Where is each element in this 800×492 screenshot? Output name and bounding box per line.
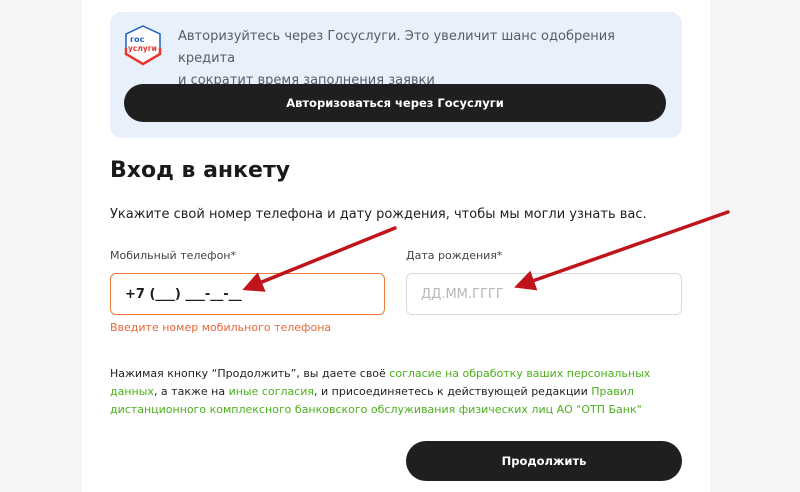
consent-text-part1: Нажимая кнопку “Продолжить”, вы даете св… xyxy=(110,367,390,380)
dob-input[interactable] xyxy=(406,273,682,315)
gosuslugi-logo: гос услуги xyxy=(124,25,162,66)
page-title: Вход в анкету xyxy=(110,158,291,183)
gosuslugi-logo-line2: услуги xyxy=(128,44,157,53)
continue-button[interactable]: Продолжить xyxy=(406,441,682,481)
consent-text-part3: , и присоединяетесь к действующей редакц… xyxy=(314,385,592,398)
application-card: гос услуги Авторизуйтесь через Госуслуги… xyxy=(82,0,710,492)
other-consents-link[interactable]: иные согласия xyxy=(229,385,314,398)
phone-input[interactable] xyxy=(110,273,385,315)
form-intro: Укажите свой номер телефона и дату рожде… xyxy=(110,207,647,222)
gosuslugi-logo-line1: гос xyxy=(130,35,145,44)
phone-error-message: Введите номер мобильного телефона xyxy=(110,321,332,334)
consent-text-part2: , а также на xyxy=(153,385,229,398)
gosuslugi-banner: гос услуги Авторизуйтесь через Госуслуги… xyxy=(110,12,682,138)
consent-text: Нажимая кнопку “Продолжить”, вы даете св… xyxy=(110,365,680,419)
gosuslugi-description-line1: Авторизуйтесь через Госуслуги. Это увели… xyxy=(178,29,615,66)
phone-label: Мобильный телефон* xyxy=(110,249,236,262)
gosuslugi-description: Авторизуйтесь через Госуслуги. Это увели… xyxy=(178,26,668,92)
gosuslugi-login-button[interactable]: Авторизоваться через Госуслуги xyxy=(124,84,666,122)
dob-label: Дата рождения* xyxy=(406,249,503,262)
